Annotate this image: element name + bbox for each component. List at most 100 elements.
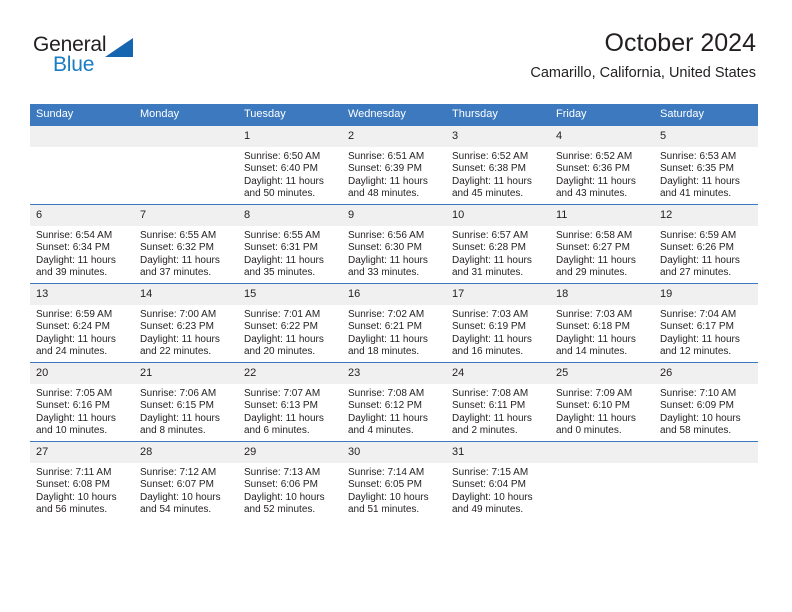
calendar-day-cell[interactable]: 20 Sunrise: 7:05 AM Sunset: 6:16 PM Dayligh… [30,362,134,442]
calendar-day-cell[interactable]: 15 Sunrise: 7:01 AM Sunset: 6:22 PM Dayligh… [238,283,342,363]
calendar-day-cell[interactable] [654,441,758,520]
calendar-grid: Sunday Monday Tuesday Wednesday Thursday… [30,104,758,520]
calendar-week-row: 1 Sunrise: 6:50 AM Sunset: 6:40 PM Daylight… [30,126,758,205]
sunset-text: Sunset: 6:06 PM [244,479,318,491]
sunrise-text: Sunrise: 6:56 AM [348,230,425,241]
calendar-day-cell[interactable]: 7 Sunrise: 6:55 AM Sunset: 6:32 PM Daylight… [134,204,238,284]
day-details: Sunrise: 7:13 AM Sunset: 6:06 PM Daylight:… [238,463,342,517]
day-details: Sunrise: 6:52 AM Sunset: 6:38 PM Daylight:… [446,147,550,201]
day-number [654,442,758,463]
sunrise-text: Sunrise: 7:08 AM [348,388,425,399]
calendar-day-cell[interactable]: 17 Sunrise: 7:03 AM Sunset: 6:19 PM Dayligh… [446,283,550,363]
day-details: Sunrise: 7:14 AM Sunset: 6:05 PM Daylight:… [342,463,446,517]
sunset-text: Sunset: 6:26 PM [660,242,734,254]
general-blue-logo[interactable]: General Blue [33,33,213,81]
calendar-day-cell[interactable]: 13 Sunrise: 6:59 AM Sunset: 6:24 PM Dayligh… [30,283,134,363]
daylight-text-cont: and 18 minutes. [348,346,420,358]
calendar-day-cell[interactable]: 8 Sunrise: 6:55 AM Sunset: 6:31 PM Daylight… [238,204,342,284]
daylight-text: Daylight: 11 hours [452,333,532,345]
daylight-text-cont: and 4 minutes. [348,425,414,437]
calendar-day-cell[interactable]: 10 Sunrise: 6:57 AM Sunset: 6:28 PM Dayligh… [446,204,550,284]
calendar-day-cell[interactable]: 19 Sunrise: 7:04 AM Sunset: 6:17 PM Dayligh… [654,283,758,363]
sunset-text: Sunset: 6:35 PM [660,163,734,175]
logo-text-blue: Blue [53,53,95,76]
day-details: Sunrise: 7:06 AM Sunset: 6:15 PM Daylight:… [134,384,238,438]
sunrise-text: Sunrise: 6:59 AM [660,230,737,241]
day-number: 17 [446,284,550,305]
calendar-day-cell[interactable]: 29 Sunrise: 7:13 AM Sunset: 6:06 PM Dayligh… [238,441,342,520]
daylight-text-cont: and 0 minutes. [556,425,622,437]
calendar-day-cell[interactable] [134,126,238,205]
calendar-day-cell[interactable]: 16 Sunrise: 7:02 AM Sunset: 6:21 PM Dayligh… [342,283,446,363]
sunset-text: Sunset: 6:28 PM [452,242,526,254]
sunset-text: Sunset: 6:12 PM [348,400,422,412]
day-number: 3 [446,126,550,147]
calendar-day-cell[interactable] [30,126,134,205]
day-details: Sunrise: 7:12 AM Sunset: 6:07 PM Daylight:… [134,463,238,517]
calendar-week-row: 6 Sunrise: 6:54 AM Sunset: 6:34 PM Daylight… [30,204,758,284]
calendar-day-cell[interactable]: 14 Sunrise: 7:00 AM Sunset: 6:23 PM Dayligh… [134,283,238,363]
sunset-text: Sunset: 6:05 PM [348,479,422,491]
sunset-text: Sunset: 6:30 PM [348,242,422,254]
daylight-text: Daylight: 11 hours [348,412,428,424]
daylight-text: Daylight: 11 hours [556,175,636,187]
sunrise-text: Sunrise: 7:07 AM [244,388,321,399]
calendar-day-cell[interactable]: 2 Sunrise: 6:51 AM Sunset: 6:39 PM Daylight… [342,126,446,205]
calendar-day-cell[interactable]: 24 Sunrise: 7:08 AM Sunset: 6:11 PM Dayligh… [446,362,550,442]
calendar-day-cell[interactable]: 1 Sunrise: 6:50 AM Sunset: 6:40 PM Daylight… [238,126,342,205]
day-number: 16 [342,284,446,305]
day-details: Sunrise: 6:55 AM Sunset: 6:31 PM Daylight:… [238,226,342,280]
day-details: Sunrise: 7:05 AM Sunset: 6:16 PM Daylight:… [30,384,134,438]
calendar-day-cell[interactable]: 22 Sunrise: 7:07 AM Sunset: 6:13 PM Dayligh… [238,362,342,442]
sunset-text: Sunset: 6:24 PM [36,321,110,333]
daylight-text: Daylight: 11 hours [140,412,220,424]
day-number: 22 [238,363,342,384]
day-details: Sunrise: 7:03 AM Sunset: 6:19 PM Daylight:… [446,305,550,359]
calendar-day-cell[interactable]: 26 Sunrise: 7:10 AM Sunset: 6:09 PM Dayligh… [654,362,758,442]
day-number: 9 [342,205,446,226]
sunset-text: Sunset: 6:10 PM [556,400,630,412]
day-number: 6 [30,205,134,226]
calendar-day-cell[interactable]: 4 Sunrise: 6:52 AM Sunset: 6:36 PM Daylight… [550,126,654,205]
sunrise-text: Sunrise: 6:59 AM [36,309,113,320]
daylight-text: Daylight: 10 hours [660,412,741,424]
calendar-day-cell[interactable] [550,441,654,520]
sunrise-text: Sunrise: 7:11 AM [36,467,112,478]
weekday-header-tuesday: Tuesday [238,104,342,126]
calendar-day-cell[interactable]: 5 Sunrise: 6:53 AM Sunset: 6:35 PM Daylight… [654,126,758,205]
daylight-text: Daylight: 11 hours [556,254,636,266]
day-number: 29 [238,442,342,463]
sunset-text: Sunset: 6:21 PM [348,321,422,333]
calendar-day-cell[interactable]: 18 Sunrise: 7:03 AM Sunset: 6:18 PM Dayligh… [550,283,654,363]
daylight-text-cont: and 56 minutes. [36,504,108,516]
weekday-header-thursday: Thursday [446,104,550,126]
calendar-day-cell[interactable]: 30 Sunrise: 7:14 AM Sunset: 6:05 PM Dayligh… [342,441,446,520]
day-details: Sunrise: 6:56 AM Sunset: 6:30 PM Daylight:… [342,226,446,280]
calendar-body: 1 Sunrise: 6:50 AM Sunset: 6:40 PM Daylight… [30,126,758,520]
calendar-day-cell[interactable]: 11 Sunrise: 6:58 AM Sunset: 6:27 PM Dayligh… [550,204,654,284]
day-number: 2 [342,126,446,147]
calendar-day-cell[interactable]: 12 Sunrise: 6:59 AM Sunset: 6:26 PM Dayligh… [654,204,758,284]
sunrise-text: Sunrise: 7:09 AM [556,388,633,399]
daylight-text: Daylight: 11 hours [452,175,532,187]
day-details: Sunrise: 6:59 AM Sunset: 6:26 PM Daylight:… [654,226,758,280]
calendar-day-cell[interactable]: 28 Sunrise: 7:12 AM Sunset: 6:07 PM Dayligh… [134,441,238,520]
calendar-day-cell[interactable]: 21 Sunrise: 7:06 AM Sunset: 6:15 PM Dayligh… [134,362,238,442]
calendar-day-cell[interactable]: 31 Sunrise: 7:15 AM Sunset: 6:04 PM Dayligh… [446,441,550,520]
calendar-day-cell[interactable]: 23 Sunrise: 7:08 AM Sunset: 6:12 PM Dayligh… [342,362,446,442]
sunset-text: Sunset: 6:15 PM [140,400,214,412]
calendar-day-cell[interactable]: 25 Sunrise: 7:09 AM Sunset: 6:10 PM Dayligh… [550,362,654,442]
sunrise-text: Sunrise: 7:02 AM [348,309,425,320]
calendar-day-cell[interactable]: 9 Sunrise: 6:56 AM Sunset: 6:30 PM Daylight… [342,204,446,284]
calendar-day-cell[interactable]: 6 Sunrise: 6:54 AM Sunset: 6:34 PM Daylight… [30,204,134,284]
day-details: Sunrise: 6:54 AM Sunset: 6:34 PM Daylight:… [30,226,134,280]
calendar-day-cell[interactable]: 27 Sunrise: 7:11 AM Sunset: 6:08 PM Dayligh… [30,441,134,520]
day-number: 15 [238,284,342,305]
calendar-day-cell[interactable]: 3 Sunrise: 6:52 AM Sunset: 6:38 PM Daylight… [446,126,550,205]
calendar-table: Sunday Monday Tuesday Wednesday Thursday… [30,104,758,520]
title-block: October 2024 Camarillo, California, Unit… [530,28,756,82]
daylight-text-cont: and 54 minutes. [140,504,212,516]
daylight-text-cont: and 43 minutes. [556,188,628,200]
daylight-text: Daylight: 10 hours [452,491,533,503]
daylight-text-cont: and 33 minutes. [348,267,420,279]
